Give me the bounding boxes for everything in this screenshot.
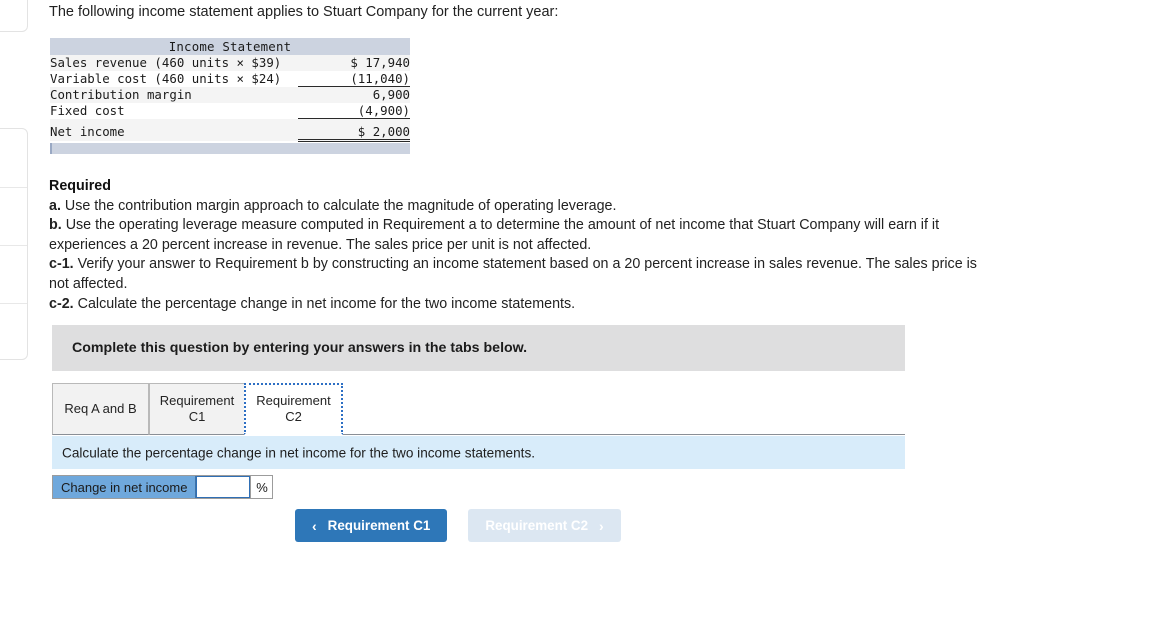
answer-row: Change in net income % bbox=[52, 475, 274, 499]
required-section: Required a. Use the contribution margin … bbox=[49, 177, 989, 314]
tab-req-a-and-b[interactable]: Req A and B bbox=[52, 383, 149, 435]
required-item-text: Verify your answer to Requirement b by c… bbox=[49, 256, 977, 292]
next-requirement-label: Requirement C2 bbox=[485, 518, 589, 533]
required-item-lead: a. bbox=[49, 197, 61, 214]
intro-text: The following income statement applies t… bbox=[49, 4, 559, 20]
income-statement-row: Sales revenue (460 units × $39) $ 17,940 bbox=[50, 55, 410, 71]
tab-label: Requirement C1 bbox=[159, 393, 235, 424]
required-item: b. Use the operating leverage measure co… bbox=[49, 216, 989, 255]
row-label: Contribution margin bbox=[50, 86, 298, 103]
row-amount: (4,900) bbox=[298, 102, 410, 119]
page-root: es The following income statement applie… bbox=[0, 0, 1166, 641]
chevron-left-icon: ‹ bbox=[312, 517, 317, 534]
tab-requirement-c2[interactable]: Requirement C2 bbox=[244, 383, 343, 435]
change-in-net-income-input[interactable] bbox=[196, 476, 251, 498]
tab-label: Requirement C2 bbox=[256, 393, 331, 424]
required-heading: Required bbox=[49, 178, 111, 194]
row-amount: (11,040) bbox=[298, 70, 410, 87]
complete-question-text: Complete this question by entering your … bbox=[72, 340, 528, 356]
row-amount: 6,900 bbox=[298, 86, 410, 103]
complete-question-banner: Complete this question by entering your … bbox=[52, 325, 905, 371]
row-label: Fixed cost bbox=[50, 102, 298, 119]
row-amount: $ 17,940 bbox=[298, 55, 410, 71]
required-item: c-2. Calculate the percentage change in … bbox=[49, 295, 989, 315]
income-statement-row: Contribution margin 6,900 bbox=[50, 86, 410, 103]
edge-divider bbox=[0, 303, 27, 304]
next-requirement-button[interactable]: Requirement C2 › bbox=[468, 509, 621, 542]
tab-label: Req A and B bbox=[64, 401, 137, 416]
income-statement-footer-bar bbox=[50, 143, 410, 154]
tab-requirement-c1[interactable]: Requirement C1 bbox=[149, 383, 245, 435]
income-statement-row: Net income $ 2,000 bbox=[50, 123, 410, 142]
required-item: c-1. Verify your answer to Requirement b… bbox=[49, 255, 989, 294]
required-item-text: Calculate the percentage change in net i… bbox=[73, 295, 576, 312]
question-prompt-text: Calculate the percentage change in net i… bbox=[62, 445, 536, 460]
required-item-text: Use the operating leverage measure compu… bbox=[49, 217, 940, 253]
required-item: a. Use the contribution margin approach … bbox=[49, 197, 989, 217]
edge-card-sidebar: es bbox=[0, 128, 28, 360]
chevron-right-icon: › bbox=[599, 517, 604, 534]
income-statement-row: Fixed cost (4,900) bbox=[50, 102, 410, 119]
edge-divider bbox=[0, 245, 27, 246]
answer-row-label: Change in net income bbox=[53, 476, 197, 498]
row-label: Sales revenue (460 units × $39) bbox=[50, 55, 298, 71]
income-statement-title: Income Statement bbox=[50, 38, 410, 55]
required-item-text: Use the contribution margin approach to … bbox=[60, 197, 617, 214]
edge-divider bbox=[0, 187, 27, 188]
required-item-lead: b. bbox=[49, 217, 62, 234]
row-label: Variable cost (460 units × $24) bbox=[50, 70, 298, 87]
required-item-lead: c-1. bbox=[49, 256, 74, 273]
prev-requirement-label: Requirement C1 bbox=[327, 518, 431, 533]
question-prompt-bar: Calculate the percentage change in net i… bbox=[52, 436, 905, 469]
percent-unit-label: % bbox=[250, 476, 273, 498]
edge-card-top bbox=[0, 0, 28, 32]
row-amount: $ 2,000 bbox=[298, 123, 410, 142]
income-statement-row: Variable cost (460 units × $24) (11,040) bbox=[50, 70, 410, 87]
income-statement-table: Income Statement Sales revenue (460 units… bbox=[50, 38, 410, 142]
row-label: Net income bbox=[50, 123, 298, 141]
tab-strip: Req A and B Requirement C1 Requirement C… bbox=[52, 383, 905, 435]
income-statement-header-row: Income Statement bbox=[50, 38, 410, 55]
required-item-lead: c-2. bbox=[49, 295, 74, 312]
requirement-nav: ‹ Requirement C1 Requirement C2 › bbox=[295, 509, 621, 542]
prev-requirement-button[interactable]: ‹ Requirement C1 bbox=[295, 509, 448, 542]
